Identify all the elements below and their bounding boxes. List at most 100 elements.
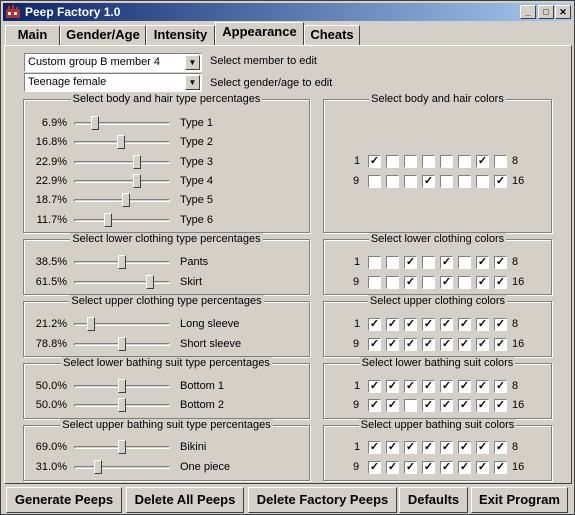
color-checkbox[interactable] <box>422 155 435 168</box>
tab-cheats[interactable]: Cheats <box>304 25 360 45</box>
color-checkbox[interactable]: ✓ <box>476 338 489 351</box>
slider-thumb[interactable] <box>94 460 102 474</box>
color-checkbox[interactable] <box>476 175 489 188</box>
delete-all-peeps-button[interactable]: Delete All Peeps <box>126 487 244 513</box>
color-checkbox[interactable]: ✓ <box>458 380 471 393</box>
color-checkbox[interactable]: ✓ <box>404 256 417 269</box>
color-checkbox[interactable]: ✓ <box>458 399 471 412</box>
exit-program-button[interactable]: Exit Program <box>471 487 568 513</box>
tab-gender-age[interactable]: Gender/Age <box>60 25 146 45</box>
color-checkbox[interactable]: ✓ <box>440 441 453 454</box>
color-checkbox[interactable] <box>458 276 471 289</box>
slider-thumb[interactable] <box>118 255 126 269</box>
color-checkbox[interactable] <box>404 175 417 188</box>
percentage-slider[interactable] <box>74 440 170 454</box>
color-checkbox[interactable] <box>458 155 471 168</box>
color-checkbox[interactable]: ✓ <box>368 338 381 351</box>
color-checkbox[interactable]: ✓ <box>458 461 471 474</box>
slider-thumb[interactable] <box>118 379 126 393</box>
color-checkbox[interactable]: ✓ <box>386 338 399 351</box>
percentage-slider[interactable] <box>74 213 170 227</box>
color-checkbox[interactable]: ✓ <box>386 461 399 474</box>
color-checkbox[interactable]: ✓ <box>476 256 489 269</box>
color-checkbox[interactable]: ✓ <box>494 175 507 188</box>
generate-peeps-button[interactable]: Generate Peeps <box>6 487 122 513</box>
maximize-icon[interactable]: □ <box>538 5 554 19</box>
color-checkbox[interactable]: ✓ <box>494 276 507 289</box>
color-checkbox[interactable]: ✓ <box>422 175 435 188</box>
slider-thumb[interactable] <box>133 174 142 188</box>
color-checkbox[interactable] <box>386 276 399 289</box>
color-checkbox[interactable] <box>368 276 381 289</box>
color-checkbox[interactable]: ✓ <box>494 256 507 269</box>
slider-thumb[interactable] <box>121 193 130 207</box>
slider-thumb[interactable] <box>145 275 154 289</box>
color-checkbox[interactable]: ✓ <box>368 461 381 474</box>
color-checkbox[interactable]: ✓ <box>458 441 471 454</box>
color-checkbox[interactable]: ✓ <box>476 380 489 393</box>
color-checkbox[interactable]: ✓ <box>404 318 417 331</box>
slider-thumb[interactable] <box>133 155 142 169</box>
slider-thumb[interactable] <box>118 337 126 351</box>
color-checkbox[interactable]: ✓ <box>476 441 489 454</box>
percentage-slider[interactable] <box>74 193 170 207</box>
percentage-slider[interactable] <box>74 460 170 474</box>
color-checkbox[interactable] <box>404 399 417 412</box>
percentage-slider[interactable] <box>74 379 170 393</box>
color-checkbox[interactable] <box>368 256 381 269</box>
percentage-slider[interactable] <box>74 174 170 188</box>
minimize-icon[interactable]: _ <box>520 5 536 19</box>
color-checkbox[interactable]: ✓ <box>494 318 507 331</box>
slider-thumb[interactable] <box>118 440 126 454</box>
delete-factory-peeps-button[interactable]: Delete Factory Peeps <box>248 487 397 513</box>
percentage-slider[interactable] <box>74 116 170 130</box>
color-checkbox[interactable]: ✓ <box>476 318 489 331</box>
color-checkbox[interactable]: ✓ <box>440 461 453 474</box>
color-checkbox[interactable]: ✓ <box>368 380 381 393</box>
color-checkbox[interactable]: ✓ <box>494 338 507 351</box>
color-checkbox[interactable]: ✓ <box>368 155 381 168</box>
percentage-slider[interactable] <box>74 155 170 169</box>
member-dropdown[interactable]: Custom group B member 4 ▼ <box>24 53 202 72</box>
color-checkbox[interactable] <box>386 175 399 188</box>
color-checkbox[interactable]: ✓ <box>494 380 507 393</box>
color-checkbox[interactable]: ✓ <box>494 461 507 474</box>
color-checkbox[interactable]: ✓ <box>422 399 435 412</box>
tab-main[interactable]: Main <box>5 25 60 45</box>
color-checkbox[interactable]: ✓ <box>440 399 453 412</box>
percentage-slider[interactable] <box>74 337 170 351</box>
tab-appearance[interactable]: Appearance <box>215 22 304 45</box>
color-checkbox[interactable] <box>368 175 381 188</box>
color-checkbox[interactable]: ✓ <box>404 441 417 454</box>
color-checkbox[interactable]: ✓ <box>476 461 489 474</box>
color-checkbox[interactable]: ✓ <box>422 338 435 351</box>
color-checkbox[interactable]: ✓ <box>368 441 381 454</box>
color-checkbox[interactable]: ✓ <box>476 399 489 412</box>
color-checkbox[interactable] <box>386 155 399 168</box>
slider-thumb[interactable] <box>103 213 112 227</box>
percentage-slider[interactable] <box>74 135 170 149</box>
defaults-button[interactable]: Defaults <box>399 487 468 513</box>
color-checkbox[interactable] <box>458 175 471 188</box>
color-checkbox[interactable] <box>494 155 507 168</box>
color-checkbox[interactable]: ✓ <box>386 380 399 393</box>
color-checkbox[interactable] <box>440 175 453 188</box>
chevron-down-icon[interactable]: ▼ <box>185 75 200 90</box>
color-checkbox[interactable]: ✓ <box>440 380 453 393</box>
color-checkbox[interactable]: ✓ <box>422 461 435 474</box>
color-checkbox[interactable]: ✓ <box>368 318 381 331</box>
color-checkbox[interactable] <box>386 256 399 269</box>
title-bar[interactable]: Peep Factory 1.0 _ □ ✕ <box>3 3 572 21</box>
gender-age-dropdown[interactable]: Teenage female ▼ <box>24 73 202 92</box>
color-checkbox[interactable]: ✓ <box>440 318 453 331</box>
tab-intensity[interactable]: Intensity <box>146 25 215 45</box>
percentage-slider[interactable] <box>74 255 170 269</box>
color-checkbox[interactable]: ✓ <box>440 338 453 351</box>
color-checkbox[interactable]: ✓ <box>422 441 435 454</box>
color-checkbox[interactable]: ✓ <box>386 399 399 412</box>
color-checkbox[interactable]: ✓ <box>476 155 489 168</box>
chevron-down-icon[interactable]: ▼ <box>185 55 200 70</box>
close-icon[interactable]: ✕ <box>555 5 571 19</box>
color-checkbox[interactable]: ✓ <box>386 441 399 454</box>
percentage-slider[interactable] <box>74 398 170 412</box>
